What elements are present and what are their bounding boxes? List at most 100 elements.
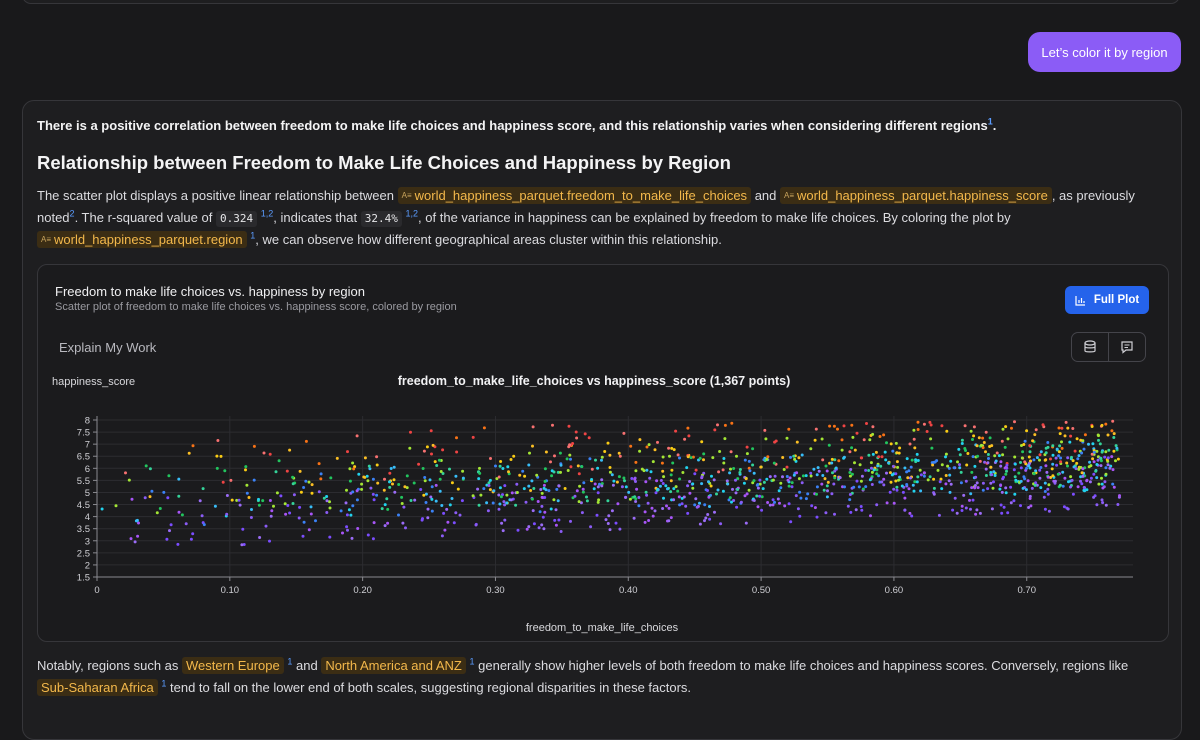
scatter-point <box>975 444 979 448</box>
column-chip-happiness[interactable]: A≡ world_happiness_parquet.happiness_scor… <box>780 187 1052 204</box>
scatter-point <box>1012 499 1016 503</box>
scatter-point <box>916 420 920 424</box>
scatter-point <box>975 508 979 512</box>
assistant-answer-card: There is a positive correlation between … <box>22 100 1182 740</box>
scatter-point <box>375 455 379 459</box>
scatter-point <box>576 464 580 468</box>
scatter-point <box>913 446 917 450</box>
scatter-point <box>678 456 681 460</box>
column-chip-region[interactable]: A≡ world_happiness_parquet.region <box>37 231 247 248</box>
scatter-point <box>144 464 148 468</box>
scatter-point <box>1069 475 1073 479</box>
scatter-point <box>659 479 663 482</box>
scatter-point <box>762 480 766 484</box>
citation-link[interactable]: 1 <box>261 209 266 219</box>
scatter-point <box>797 456 801 460</box>
scatter-point <box>317 462 321 466</box>
scatter-point <box>814 427 818 431</box>
citation-link[interactable]: 1 <box>161 679 166 689</box>
scatter-point <box>1065 461 1069 465</box>
scatter-point <box>851 435 855 439</box>
scatter-point <box>656 440 659 444</box>
scatter-point <box>155 511 159 515</box>
scatter-point <box>846 504 850 508</box>
scatter-point <box>448 503 452 507</box>
scatter-point <box>351 504 355 508</box>
citation-link[interactable]: 1 <box>250 231 255 241</box>
scatter-point <box>864 468 868 472</box>
citation-link[interactable]: 1 <box>470 657 475 667</box>
scatter-point <box>1066 456 1070 460</box>
scatter-point <box>543 510 547 514</box>
scatter-point <box>1100 476 1103 480</box>
citation-link[interactable]: 1 <box>988 117 993 127</box>
scatter-point <box>503 518 507 522</box>
scatter-point <box>1004 491 1008 495</box>
scatter-point <box>366 533 370 537</box>
scatter-point <box>744 477 748 481</box>
scatter-point <box>930 446 934 450</box>
citation-link[interactable]: 1 <box>287 657 292 667</box>
scatter-point <box>958 453 962 457</box>
scatter-point <box>600 484 604 488</box>
scatter-point <box>897 478 900 482</box>
scatter-point <box>959 470 963 474</box>
citation-link[interactable]: 2 <box>268 209 273 219</box>
scatter-point <box>915 452 919 456</box>
scatter-point <box>703 519 706 523</box>
scatter-point <box>577 500 581 504</box>
scatter-point <box>555 487 559 491</box>
scatter-point <box>704 516 708 520</box>
scatter-point <box>556 499 560 503</box>
scatter-point <box>787 427 791 431</box>
scatter-point <box>1080 471 1084 475</box>
scatter-point <box>1111 419 1115 423</box>
scatter-point <box>383 477 386 481</box>
scatter-point <box>356 527 360 530</box>
scatter-point <box>603 450 607 453</box>
scatter-point <box>794 494 798 498</box>
scatter-point <box>729 450 733 454</box>
scatter-point <box>532 522 536 526</box>
scatter-point <box>249 516 253 519</box>
scatter-point <box>498 464 502 468</box>
scatter-point <box>670 468 674 472</box>
scatter-point <box>979 443 983 447</box>
scatter-point <box>393 490 397 494</box>
scatter-point <box>426 516 430 520</box>
scatter-point <box>491 501 495 505</box>
scatter-point <box>662 475 666 479</box>
scatter-point <box>815 515 819 519</box>
scatter-point <box>421 467 425 470</box>
scatter-point <box>1019 466 1023 470</box>
scatter-point <box>763 428 767 432</box>
region-chip-north-america[interactable]: North America and ANZ <box>321 657 466 674</box>
percent-value: 32.4% <box>360 211 402 227</box>
citation-link[interactable]: 1 <box>406 209 411 219</box>
scatter-point <box>830 492 834 496</box>
scatter-point <box>1066 426 1070 430</box>
scatter-point <box>939 477 943 481</box>
region-chip-western-europe[interactable]: Western Europe <box>182 657 284 674</box>
scatter-point <box>1009 485 1013 489</box>
scatter-point <box>664 484 668 488</box>
scatter-point <box>1104 466 1108 470</box>
scatter-point <box>730 500 733 504</box>
scatter-point <box>335 456 339 460</box>
region-chip-sub-saharan-africa[interactable]: Sub-Saharan Africa <box>37 679 158 696</box>
citation-link[interactable]: 2 <box>413 209 418 219</box>
scatter-point <box>388 480 391 484</box>
scatter-point <box>1055 463 1059 467</box>
column-chip-freedom[interactable]: A≡ world_happiness_parquet.freedom_to_mak… <box>397 187 752 204</box>
scatter-point <box>745 445 749 449</box>
scatter-point <box>963 424 967 428</box>
text: Notably, regions such as <box>37 658 179 673</box>
scatter-point <box>909 476 912 480</box>
scatter-point <box>557 484 561 488</box>
scatter-point <box>1028 444 1032 448</box>
scatter-point <box>882 483 886 487</box>
scatter-point <box>972 434 976 438</box>
scatter-point <box>351 461 355 465</box>
scatter-point <box>957 447 961 451</box>
scatter-point <box>1041 423 1045 427</box>
